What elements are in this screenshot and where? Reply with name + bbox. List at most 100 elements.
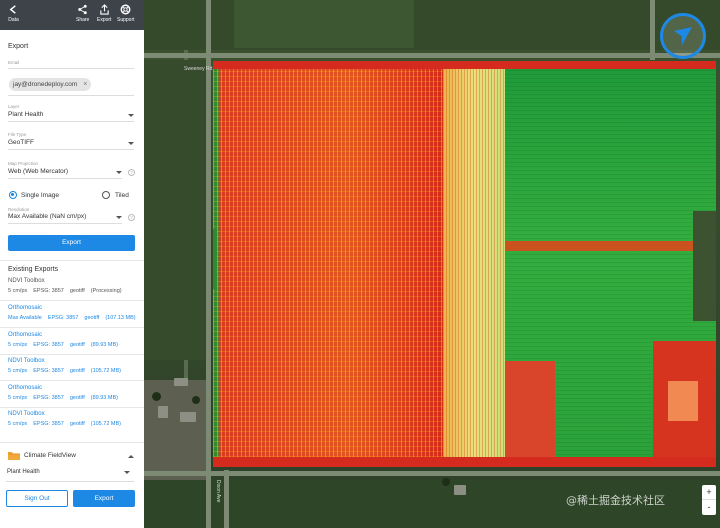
climate-collapse-chevron-icon[interactable] [128,455,134,458]
file-type-chevron-down-icon[interactable] [128,142,134,145]
satellite-field-north-2 [234,0,414,48]
section-divider [0,260,144,261]
zoom-out-button[interactable]: - [702,500,716,515]
farm-building [454,485,466,495]
climate-export-button[interactable]: Export [73,490,135,507]
file-type-underline [8,149,134,150]
ndvi-edge-north [213,61,716,69]
climate-divider [0,442,144,443]
email-chip-underline [8,95,134,96]
climate-layer-underline [6,481,134,482]
existing-exports-title: Existing Exports [8,266,59,273]
share-label: Share [76,17,90,23]
climate-layer-select[interactable]: Plant Health [7,469,40,475]
export-item-meta: Max Available EPSG: 3857 geotiff (107.13 MB… [8,315,142,321]
export-item-divider [0,327,144,328]
climate-layer-chevron-down-icon[interactable] [124,471,130,474]
road-north-east [650,0,655,60]
export-item-meta: 5 cm/px EPSG: 3857 geotiff (Processing) [8,288,128,294]
tiled-radio[interactable] [102,191,110,199]
ndvi-mid-zone [443,61,505,467]
export-item-format: geotiff [69,342,85,348]
back-label: Data [8,17,19,23]
export-item-name[interactable]: NDVI Toolbox [8,358,45,364]
road-west [206,0,211,528]
resolution-chevron-down-icon[interactable] [116,216,122,219]
export-item-epsg: EPSG: 3857 [33,368,64,374]
file-type-select[interactable]: GeoTIFF [8,139,34,146]
single-image-radio[interactable] [9,191,17,199]
sign-out-button[interactable]: Sign Out [6,490,68,507]
export-item-size: (107.13 MB) [105,315,136,321]
export-item-meta: 5 cm/px EPSG: 3857 geotiff (89.93 MB) [8,342,124,348]
field-edge-west-green [213,229,217,289]
compass-button[interactable] [660,13,706,59]
export-item-epsg: EPSG: 3857 [47,315,79,321]
export-item-res: 5 cm/px [8,368,28,374]
export-item-res: 5 cm/px [8,395,28,401]
layer-select[interactable]: Plant Health [8,111,43,118]
export-item-meta: 5 cm/px EPSG: 3857 geotiff (89.93 MB) [8,395,124,401]
export-item-res: 5 cm/px [8,288,28,294]
resolution-label: Resolution [8,207,30,212]
plant-health-overlay [213,61,716,467]
export-tab-button[interactable]: Export [97,4,111,23]
support-button[interactable]: Support [117,4,135,23]
export-item-name[interactable]: NDVI Toolbox [8,411,45,417]
tiled-label: Tiled [115,192,129,199]
single-image-label: Single Image [21,192,59,199]
projection-help-icon[interactable]: ? [128,169,135,176]
export-item-epsg: EPSG: 3857 [33,342,64,348]
export-item-name[interactable]: Orthomosaic [8,385,42,391]
export-item-format: geotiff [69,368,85,374]
export-item-meta: 5 cm/px EPSG: 3857 geotiff (105.72 MB) [8,421,127,427]
resolution-help-icon[interactable]: ? [128,214,135,221]
folder-icon [8,452,20,460]
tree [192,396,200,404]
export-item-size: (105.72 MB) [90,421,121,427]
export-item-divider [0,354,144,355]
export-item-size: (89.93 MB) [90,342,118,348]
panel-toolbar: Data Share Export Support [0,0,144,30]
resolution-select[interactable]: Max Available (NaN cm/px) [8,213,86,220]
email-chip-text: jay@dronedeploy.com [13,81,78,88]
export-item-name[interactable]: Orthomosaic [8,305,42,311]
export-item-meta: 5 cm/px EPSG: 3857 geotiff (105.72 MB) [8,368,127,374]
export-panel: Data Share Export Support Export Email j… [0,0,144,528]
export-item-epsg: EPSG: 3857 [33,395,64,401]
projection-select[interactable]: Web (Web Mercator) [8,168,68,175]
export-button[interactable]: Export [8,235,135,251]
export-item-epsg: EPSG: 3857 [33,288,64,294]
road-name-sweeney: Sweeney Rd [184,66,213,72]
export-item-res: Max Available [8,315,42,321]
export-item-format: geotiff [69,395,85,401]
export-item-name: NDVI Toolbox [8,278,45,284]
export-item-format: geotiff [84,315,100,321]
layer-label: Layer [8,104,20,109]
export-item-name[interactable]: Orthomosaic [8,332,42,338]
watermark-text: @稀土掘金技术社区 [566,494,665,507]
email-chip[interactable]: jay@dronedeploy.com × [9,78,92,91]
navigation-arrow-icon [674,27,692,45]
zoom-control: + - [702,485,716,515]
road-south-west [224,470,229,528]
export-section-title: Export [8,43,29,50]
farm-building [174,378,188,386]
share-button[interactable]: Share [76,4,89,23]
email-input-line[interactable] [8,68,134,69]
road-south [144,471,720,476]
field-notch-east [693,211,716,321]
remove-email-icon[interactable]: × [83,78,87,91]
share-icon [78,4,87,15]
map-view[interactable]: Sweeney Rd Dixon Ave + - @稀土掘金技术社区 [144,0,720,528]
export-item-size: (105.72 MB) [90,368,121,374]
projection-chevron-down-icon[interactable] [116,171,122,174]
export-item-divider [0,407,144,408]
farm-building [180,412,196,422]
ndvi-edge-south [213,457,716,467]
layer-chevron-down-icon[interactable] [128,114,134,117]
road-north [144,53,720,58]
zoom-in-button[interactable]: + [702,485,716,500]
export-item-format: geotiff [69,421,85,427]
back-to-data-button[interactable]: Data [8,4,19,23]
